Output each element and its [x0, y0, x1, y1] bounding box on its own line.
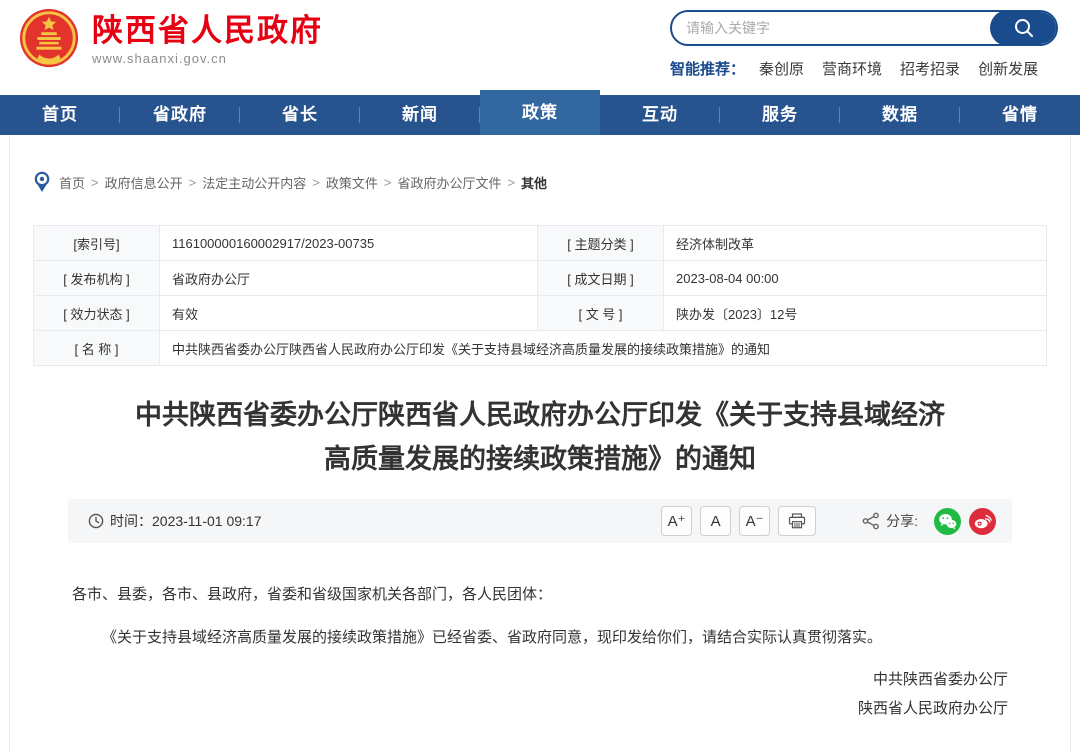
meta-label-name: [ 名 称 ]	[34, 331, 160, 366]
site-header: 陕西省人民政府 www.shaanxi.gov.cn 智能推荐： 秦创原 营商环…	[0, 0, 1080, 90]
breadcrumb-separator: >	[91, 175, 99, 190]
recommend-link-zhaokaozhaolu[interactable]: 招考招录	[900, 58, 960, 79]
meta-value-validity: 有效	[160, 296, 538, 331]
font-increase-button[interactable]: A⁺	[661, 506, 692, 536]
breadcrumb-office-documents[interactable]: 省政府办公厅文件	[397, 173, 501, 192]
weibo-icon	[974, 513, 992, 529]
publish-time: 时间： 2023-11-01 09:17	[88, 511, 262, 531]
meta-value-issuing-agency: 省政府办公厅	[160, 261, 538, 296]
share-icon	[862, 512, 880, 530]
search-icon	[1013, 17, 1035, 39]
table-row: [索引号] 116100000160002917/2023-00735 [ 主题…	[34, 226, 1047, 261]
table-row: [ 发布机构 ] 省政府办公厅 [ 成文日期 ] 2023-08-04 00:0…	[34, 261, 1047, 296]
signature-line: 陕西省人民政府办公厅	[72, 695, 1008, 724]
breadcrumb: 首页 > 政府信息公开 > 法定主动公开内容 > 政策文件 > 省政府办公厅文件…	[33, 135, 1047, 193]
meta-value-doc-number: 陕办发〔2023〕12号	[664, 296, 1047, 331]
printer-icon	[788, 513, 806, 529]
article: 中共陕西省委办公厅陕西省人民政府办公厅印发《关于支持县域经济 高质量发展的接续政…	[33, 393, 1047, 723]
publish-time-label: 时间：	[110, 511, 152, 531]
paragraph: 各市、县委，各市、县政府，省委和省级国家机关各部门，各人民团体：	[72, 581, 1008, 610]
search-area: 智能推荐： 秦创原 营商环境 招考招录 创新发展	[670, 8, 1058, 79]
share-group: 分享:	[862, 508, 996, 535]
location-pin-icon	[33, 171, 51, 193]
weibo-share-button[interactable]	[969, 508, 996, 535]
paragraph: 《关于支持县域经济高质量发展的接续政策措施》已经省委、省政府同意，现印发给你们，…	[72, 624, 1008, 653]
meta-value-index-no: 116100000160002917/2023-00735	[160, 226, 538, 261]
signature-block: 中共陕西省委办公厅 陕西省人民政府办公厅	[72, 666, 1008, 723]
article-body: 各市、县委，各市、县政府，省委和省级国家机关各部门，各人民团体： 《关于支持县域…	[48, 543, 1032, 723]
smart-recommend: 智能推荐： 秦创原 营商环境 招考招录 创新发展	[670, 58, 1058, 79]
page: 陕西省人民政府 www.shaanxi.gov.cn 智能推荐： 秦创原 营商环…	[0, 0, 1080, 753]
recommend-link-chuangxinfazhan[interactable]: 创新发展	[978, 58, 1038, 79]
breadcrumb-separator: >	[189, 175, 197, 190]
share-label: 分享:	[886, 511, 918, 531]
search-input[interactable]	[672, 12, 972, 44]
breadcrumb-policy-documents[interactable]: 政策文件	[326, 173, 378, 192]
national-emblem-icon	[18, 8, 80, 70]
print-button[interactable]	[778, 506, 816, 536]
document-meta-table: [索引号] 116100000160002917/2023-00735 [ 主题…	[33, 225, 1047, 366]
breadcrumb-current: 其他	[521, 173, 547, 192]
site-title-block: 陕西省人民政府 www.shaanxi.gov.cn	[92, 8, 323, 66]
table-row: [ 名 称 ] 中共陕西省委办公厅陕西省人民政府办公厅印发《关于支持县域经济高质…	[34, 331, 1047, 366]
meta-value-name: 中共陕西省委办公厅陕西省人民政府办公厅印发《关于支持县域经济高质量发展的接续政策…	[160, 331, 1047, 366]
nav-item-data[interactable]: 数据	[840, 95, 960, 135]
table-row: [ 效力状态 ] 有效 [ 文 号 ] 陕办发〔2023〕12号	[34, 296, 1047, 331]
font-decrease-button[interactable]: A⁻	[739, 506, 770, 536]
meta-label-index-no: [索引号]	[34, 226, 160, 261]
breadcrumb-separator: >	[507, 175, 515, 190]
page-title: 中共陕西省委办公厅陕西省人民政府办公厅印发《关于支持县域经济 高质量发展的接续政…	[48, 393, 1032, 481]
publish-time-value: 2023-11-01 09:17	[152, 513, 262, 529]
page-title-line2: 高质量发展的接续政策措施》的通知	[48, 437, 1032, 481]
breadcrumb-info-disclosure[interactable]: 政府信息公开	[105, 173, 183, 192]
meta-value-issue-date: 2023-08-04 00:00	[664, 261, 1047, 296]
meta-label-issuing-agency: [ 发布机构 ]	[34, 261, 160, 296]
meta-label-validity: [ 效力状态 ]	[34, 296, 160, 331]
nav-item-governor[interactable]: 省长	[240, 95, 360, 135]
breadcrumb-home[interactable]: 首页	[59, 173, 85, 192]
clock-icon	[88, 513, 104, 529]
search-button[interactable]	[990, 10, 1058, 46]
nav-item-provincial-gov[interactable]: 省政府	[120, 95, 240, 135]
nav-item-province-info[interactable]: 省情	[960, 95, 1080, 135]
smart-recommend-label: 智能推荐：	[670, 58, 745, 79]
meta-label-issue-date: [ 成文日期 ]	[538, 261, 664, 296]
signature-line: 中共陕西省委办公厅	[72, 666, 1008, 695]
font-reset-button[interactable]: A	[700, 506, 731, 536]
site-url: www.shaanxi.gov.cn	[92, 51, 323, 66]
page-title-line1: 中共陕西省委办公厅陕西省人民政府办公厅印发《关于支持县域经济	[48, 393, 1032, 437]
main-nav: 首页 省政府 省长 新闻 政策 互动 服务 数据 省情	[0, 90, 1080, 135]
nav-item-policy[interactable]: 政策	[480, 90, 600, 135]
recommend-link-qinchuangyuan[interactable]: 秦创原	[759, 58, 804, 79]
meta-label-topic-category: [ 主题分类 ]	[538, 226, 664, 261]
search-box	[670, 10, 1058, 46]
nav-item-interaction[interactable]: 互动	[600, 95, 720, 135]
site-name: 陕西省人民政府	[92, 14, 323, 48]
nav-item-home[interactable]: 首页	[0, 95, 120, 135]
content-frame: 首页 > 政府信息公开 > 法定主动公开内容 > 政策文件 > 省政府办公厅文件…	[9, 135, 1071, 753]
wechat-icon	[938, 513, 957, 530]
meta-value-topic-category: 经济体制改革	[664, 226, 1047, 261]
article-toolbar: 时间： 2023-11-01 09:17 A⁺ A A⁻	[68, 499, 1012, 543]
breadcrumb-separator: >	[384, 175, 392, 190]
recommend-link-yingshanghuanjing[interactable]: 营商环境	[822, 58, 882, 79]
nav-item-news[interactable]: 新闻	[360, 95, 480, 135]
wechat-share-button[interactable]	[934, 508, 961, 535]
toolbar-actions: A⁺ A A⁻	[653, 506, 996, 536]
breadcrumb-statutory-content[interactable]: 法定主动公开内容	[202, 173, 306, 192]
nav-item-services[interactable]: 服务	[720, 95, 840, 135]
breadcrumb-separator: >	[312, 175, 320, 190]
site-logo[interactable]: 陕西省人民政府 www.shaanxi.gov.cn	[18, 8, 323, 70]
meta-label-doc-number: [ 文 号 ]	[538, 296, 664, 331]
